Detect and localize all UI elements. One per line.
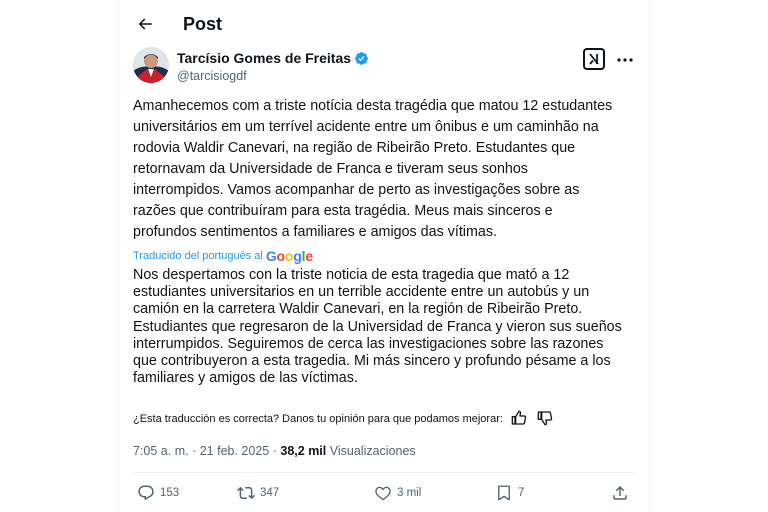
post-meta: 7:05 a. m. · 21 feb. 2025 · 38,2 mil Vis…: [133, 443, 416, 459]
page-title: Post: [183, 14, 223, 34]
back-button[interactable]: [131, 10, 159, 38]
thumbs-up-button[interactable]: [511, 410, 529, 428]
grok-button[interactable]: [583, 48, 605, 70]
thumbs-up-icon: [511, 410, 527, 425]
more-icon: [617, 58, 633, 62]
thumbs-down-button[interactable]: [537, 410, 555, 428]
author-name[interactable]: Tarcísio Gomes de Freitas: [177, 50, 351, 67]
views-label[interactable]: Visualizaciones: [330, 444, 416, 458]
share-icon: [613, 485, 627, 500]
tweet-text: Amanhecemos com a triste notícia desta t…: [133, 98, 613, 240]
author-name-row[interactable]: Tarcísio Gomes de Freitas: [177, 50, 369, 67]
grok-icon: [589, 53, 599, 65]
meta-separator: ·: [192, 444, 197, 458]
post-header: Post: [119, 0, 649, 48]
divider: [133, 472, 635, 473]
verified-badge-icon: [355, 52, 368, 65]
translated-by-label: Traducido del portugués al: [133, 250, 263, 262]
reply-count: 153: [160, 487, 180, 499]
author-handle[interactable]: @tarcisiogdf: [177, 68, 247, 84]
avatar[interactable]: [133, 47, 169, 83]
bookmark-count: 7: [518, 487, 525, 499]
reply-icon: [138, 485, 154, 501]
repost-icon: [237, 486, 255, 500]
back-arrow-icon: [138, 18, 152, 30]
repost-count: 347: [260, 487, 280, 499]
like-button[interactable]: 3 mil: [374, 484, 421, 502]
google-logo: Google: [265, 248, 313, 264]
translation-feedback: ¿Esta traducción es correcta? Danos tu o…: [133, 410, 555, 428]
views-count: 38,2 mil: [280, 444, 327, 458]
feedback-question: ¿Esta traducción es correcta? Danos tu o…: [133, 413, 503, 425]
post-column: Post Tarcísio Gomes de Freitas @tarcisio…: [118, 0, 650, 512]
like-icon: [375, 486, 391, 501]
meta-separator: ·: [272, 444, 277, 458]
bookmark-icon: [498, 485, 510, 501]
translated-by-link[interactable]: Traducido del portugués al Google: [133, 249, 313, 263]
post-time[interactable]: 7:05 a. m.: [133, 444, 189, 458]
more-button[interactable]: [613, 50, 637, 70]
share-button[interactable]: [611, 484, 629, 502]
post-date[interactable]: 21 feb. 2025: [200, 444, 270, 458]
bookmark-button[interactable]: 7: [495, 484, 524, 502]
repost-button[interactable]: 347: [237, 484, 279, 502]
reply-button[interactable]: 153: [137, 484, 179, 502]
translated-text: Nos despertamos con la triste noticia de…: [133, 267, 622, 387]
like-count: 3 mil: [397, 487, 422, 499]
action-bar: 153 347 3 mil 7: [133, 484, 639, 506]
thumbs-down-icon: [537, 411, 553, 426]
